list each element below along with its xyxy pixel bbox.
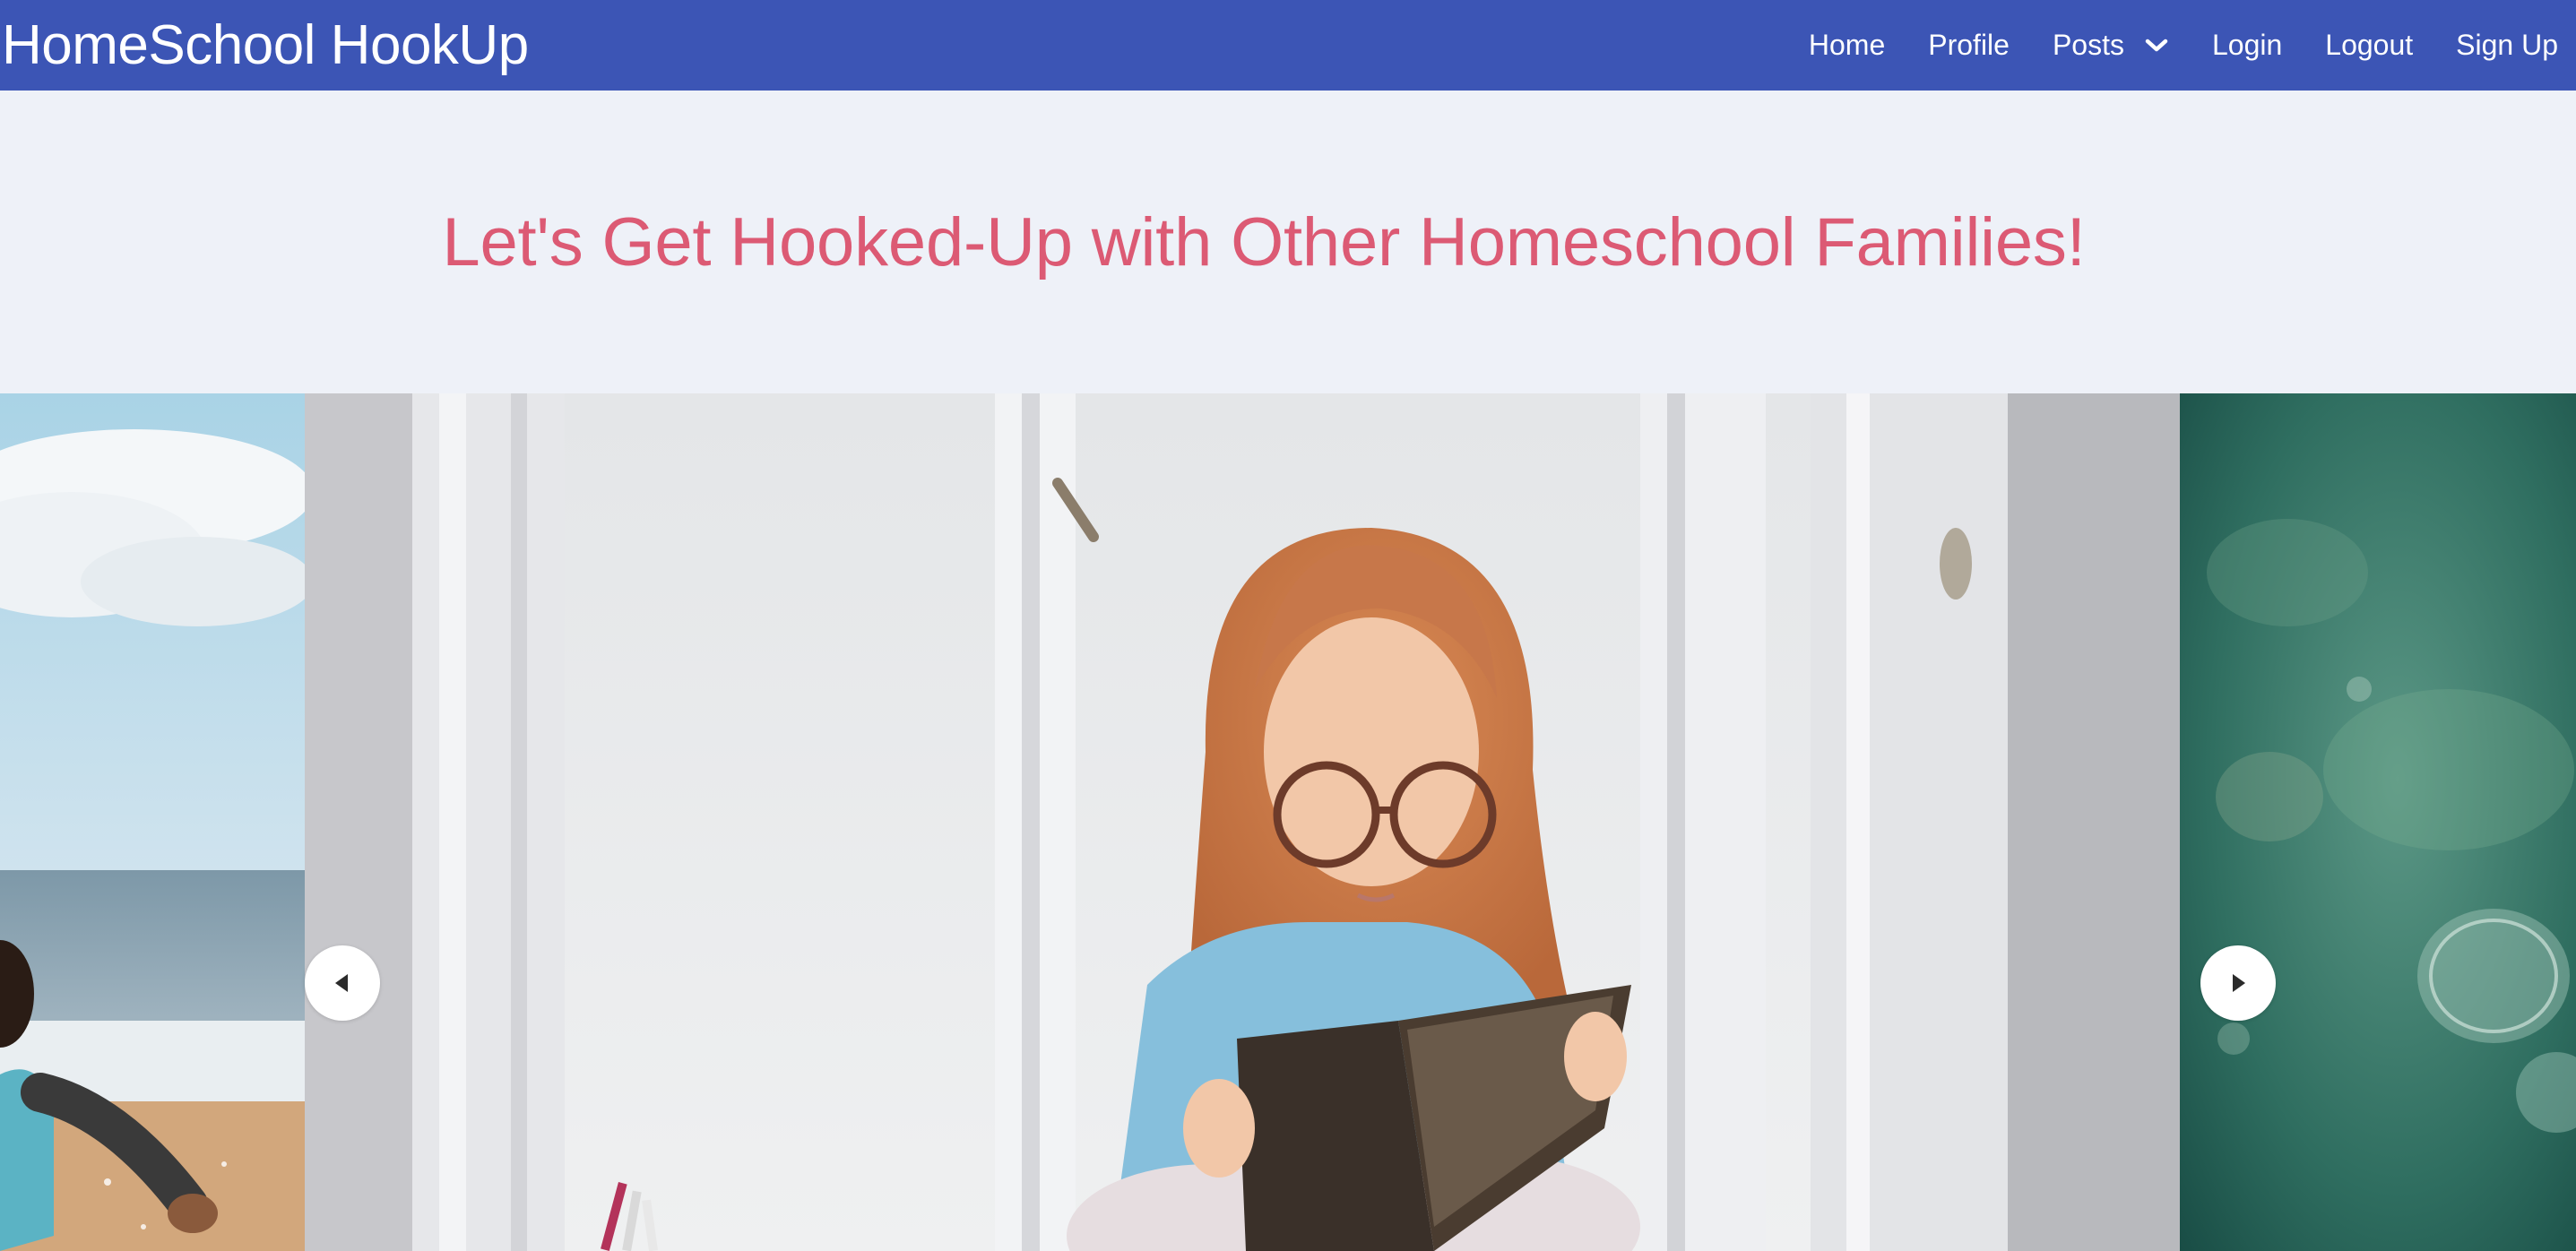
reading-scene (305, 393, 2180, 1251)
hero-title: Let's Get Hooked-Up with Other Homeschoo… (442, 203, 2086, 280)
nav-profile-link[interactable]: Profile (1928, 29, 2010, 62)
chevron-down-icon (2145, 39, 2168, 51)
nav-home-link[interactable]: Home (1809, 29, 1885, 62)
brand-logo[interactable]: HomeSchool HookUp (0, 17, 529, 73)
beach-child-photo (0, 393, 305, 1251)
top-navbar: HomeSchool HookUp Home Profile Posts Log… (0, 0, 2576, 91)
nav-logout-link[interactable]: Logout (2325, 29, 2413, 62)
beach-scene (0, 393, 305, 1251)
carousel-next-button[interactable] (2200, 945, 2276, 1021)
underwater-scene (2180, 393, 2576, 1251)
hero-section: Let's Get Hooked-Up with Other Homeschoo… (0, 91, 2576, 393)
nav-posts-label: Posts (2052, 29, 2124, 61)
carousel-prev-button[interactable] (305, 945, 380, 1021)
nav-links: Home Profile Posts Login Logout Sign Up (1809, 0, 2558, 91)
nav-signup-link[interactable]: Sign Up (2456, 29, 2558, 62)
caret-left-icon (335, 974, 348, 992)
nav-posts-dropdown[interactable]: Posts (2053, 29, 2169, 62)
caret-right-icon (2233, 974, 2245, 992)
nav-login-link[interactable]: Login (2212, 29, 2282, 62)
image-carousel (0, 393, 2576, 1251)
girl-reading-book-photo (305, 393, 2180, 1251)
underwater-bubbles-photo (2180, 393, 2576, 1251)
